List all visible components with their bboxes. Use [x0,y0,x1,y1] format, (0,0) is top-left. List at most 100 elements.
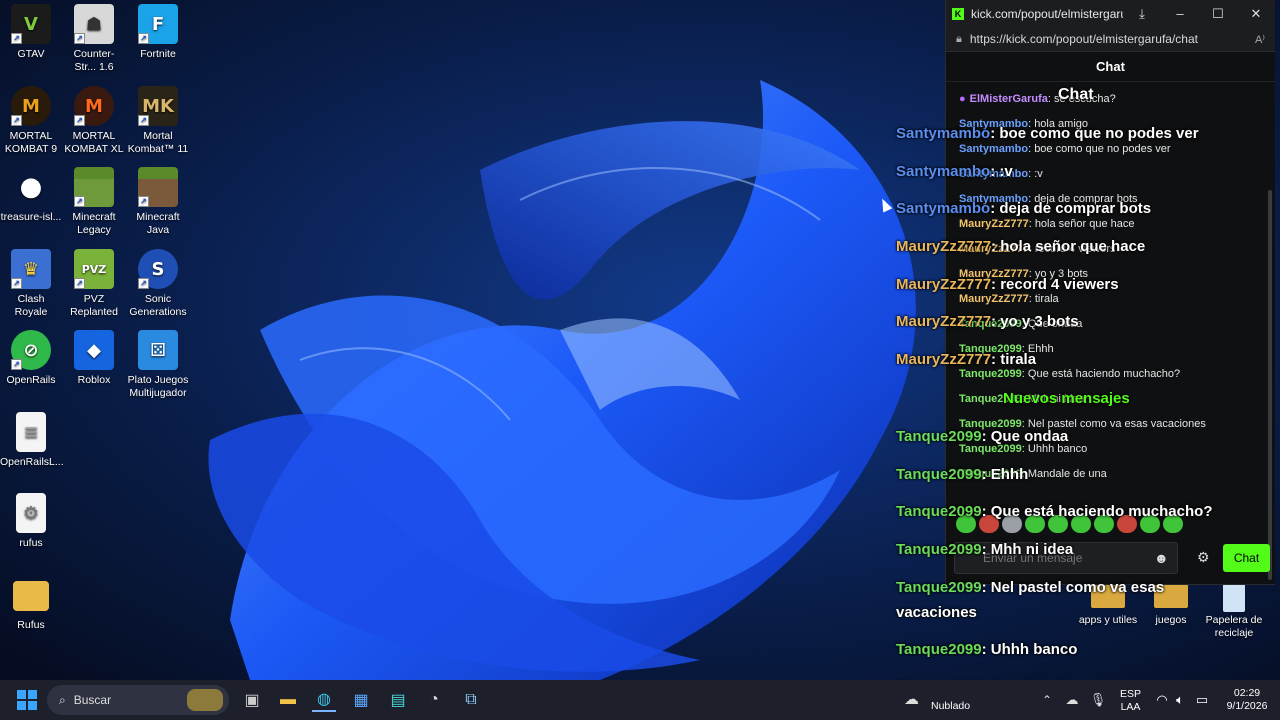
overlay-text: : deja de comprar bots [990,200,1152,217]
overlay-message: Santymambo: boe como que no podes ver [896,125,1199,142]
clock[interactable]: 02:29 9/1/2026 [1222,687,1272,713]
file-explorer-icon[interactable]: ▬ [276,688,300,712]
taskbar-search-box[interactable]: ⌕ Buscar [47,685,229,715]
chevron-up-icon[interactable]: ⌃ [1035,688,1059,712]
desktop-icon-label: Plato Juegos Multijugador [127,374,189,399]
desktop-icon-gtav[interactable]: V ↗ GTAV [0,4,62,61]
gear-icon[interactable]: ⚙ [1197,549,1210,566]
desktop-icon-label: PVZ Replanted [70,293,118,318]
chat-username[interactable]: Tanque2099 [959,368,1022,380]
chat-username[interactable]: MauryZzZ777 [959,293,1029,305]
onedrive-icon[interactable]: ☁ [1060,688,1084,712]
desktop-icon-mk11[interactable]: MK ↗ Mortal Kombat™ 11 [127,86,189,156]
mic-icon: ● [959,93,966,105]
download-icon[interactable]: ⤓ [1123,6,1161,22]
chat-text: : hola señor que hace [1028,218,1135,230]
desktop-icon-minecraft-legacy[interactable]: ↗ Minecraft Legacy [63,167,125,237]
counter-strike-icon: ☗ ↗ [74,4,114,44]
language-top: ESP [1120,688,1142,700]
recorder-icon[interactable]: ◔ [422,688,446,712]
desktop-icon-mk9[interactable]: M ↗ MORTAL KOMBAT 9 [0,86,62,156]
plato-icon: ⚄ [138,330,178,370]
fortnite-icon: F ↗ [138,4,178,44]
desktop-icon-label: Papelera de reciclaje [1205,614,1263,639]
roblox-icon: ◆ [74,330,114,370]
chat-header: Chat [946,52,1275,82]
read-aloud-icon[interactable]: A⁾ [1255,33,1265,46]
clash-royale-icon: ♛ ↗ [11,249,51,289]
desktop-icon-plato[interactable]: ⚄ Plato Juegos Multijugador [127,330,189,400]
desktop-icon-label: OpenRailsL... [0,456,64,468]
task-view-icon[interactable]: ▣ [240,688,264,712]
chat-text: : Que está haciendo muchacho? [1021,368,1181,380]
desktop-icon-recycle-bin[interactable]: Papelera de reciclaje [1199,584,1269,640]
desktop-icon-rufus-folder[interactable]: Rufus [0,575,62,632]
overlay-message: Tanque2099: Que ondaa [896,428,1068,445]
desktop-icon-openrails-log[interactable]: ≡ OpenRailsL... [0,412,64,469]
desktop-icon-counter-strike[interactable]: ☗ ↗ Counter-Str... 1.6 [63,4,125,74]
pvz-icon: PVZ ↗ [74,249,114,289]
weather-widget[interactable]: ☁ Nublado [904,688,974,714]
overlay-username: MauryZzZ777 [896,351,992,368]
store-icon[interactable]: ▦ [349,688,373,712]
desktop-icon-rufus-file[interactable]: ⚙ rufus [0,493,62,550]
folder-icon [13,581,49,611]
chat-scrollbar[interactable] [1268,190,1272,580]
chat-username[interactable]: Santymambo [959,143,1028,155]
terminal-app-icon[interactable]: ▤ [386,688,410,712]
desktop-icon-sonic[interactable]: S ↗ Sonic Generations [127,249,189,319]
emoji-icon[interactable]: ☻ [1154,550,1169,566]
maximize-button[interactable]: ☐ [1199,6,1237,22]
overlay-title: Chat [1058,86,1094,103]
desktop-icon-label: Minecraft Java [136,211,180,236]
desktop-icon-pvz[interactable]: PVZ ↗ PVZ Replanted [63,249,125,319]
url-text[interactable]: https://kick.com/popout/elmistergarufa/c… [970,32,1255,46]
chat-username[interactable]: MauryZzZ777 [959,218,1029,230]
desktop-icon-openrails[interactable]: ⊘ ↗ OpenRails [0,330,62,387]
overlay-username: Tanque2099 [896,428,982,445]
desktop-icon-fortnite[interactable]: F ↗ Fortnite [127,4,189,61]
close-button[interactable]: ✕ [1237,6,1275,22]
overlay-username: Tanque2099 [896,466,982,483]
desktop-icon-label: Mortal Kombat™ 11 [127,130,189,155]
app-icon[interactable]: ⧉ [459,688,483,712]
desktop-icon-label: Counter-Str... 1.6 [73,48,115,73]
window-titlebar[interactable]: K kick.com/popout/elmistergaru... ⤓ – ☐ … [946,0,1275,27]
mortal-kombat-xl-icon: M ↗ [74,86,114,126]
volume-icon[interactable]: 🔈︎ [1168,688,1192,712]
overlay-text: vacaciones [896,604,977,621]
rufus-file-icon: ⚙ [16,493,46,533]
battery-icon[interactable]: ▭ [1190,688,1214,712]
minecraft-legacy-icon: ↗ [74,167,114,207]
overlay-message: MauryZzZ777: tirala [896,351,1036,368]
address-bar[interactable]: 🔒︎ https://kick.com/popout/elmistergaruf… [946,27,1275,52]
minimize-button[interactable]: – [1161,6,1199,21]
desktop-icon-label: MORTAL KOMBAT 9 [4,130,58,155]
openrails-icon: ⊘ ↗ [11,330,51,370]
search-placeholder: Buscar [73,693,112,707]
overlay-message: Santymambo: deja de comprar bots [896,200,1151,217]
edge-browser-icon[interactable]: ◍ [312,688,336,712]
overlay-text: : tirala [991,351,1037,368]
desktop-icon-minecraft-java[interactable]: ↗ Minecraft Java [127,167,189,237]
desktop-icon-mkxl[interactable]: M ↗ MORTAL KOMBAT XL [63,86,125,156]
overlay-username: MauryZzZ777 [896,276,992,293]
overlay-text: : Ehhh [981,466,1029,483]
windows-start-button[interactable] [15,688,39,712]
desktop-icon-label: Rufus [17,619,45,631]
overlay-message: Tanque2099: Ehhh [896,466,1028,483]
overlay-message: vacaciones [896,604,977,621]
desktop-icon-treasure[interactable]: ● treasure-isl... [0,167,62,224]
lock-icon: 🔒︎ [956,32,962,45]
kick-logo-icon: K [952,7,964,20]
desktop-icon-roblox[interactable]: ◆ Roblox [63,330,125,387]
overlay-message: MauryZzZ777: yo y 3 bots [896,313,1079,330]
microphone-icon[interactable]: 🎙︎ [1086,688,1110,712]
desktop-icon-clash-royale[interactable]: ♛ ↗ Clash Royale [0,249,62,319]
language-indicator[interactable]: ESP LAA [1120,688,1141,714]
chat-username[interactable]: ElMisterGarufa [970,93,1048,105]
overlay-text: : boe como que no podes ver [990,125,1199,142]
chat-text: : boe como que no podes ver [1028,143,1171,155]
send-chat-button[interactable]: Chat [1223,544,1270,572]
cloud-icon: ☁ [904,691,919,708]
